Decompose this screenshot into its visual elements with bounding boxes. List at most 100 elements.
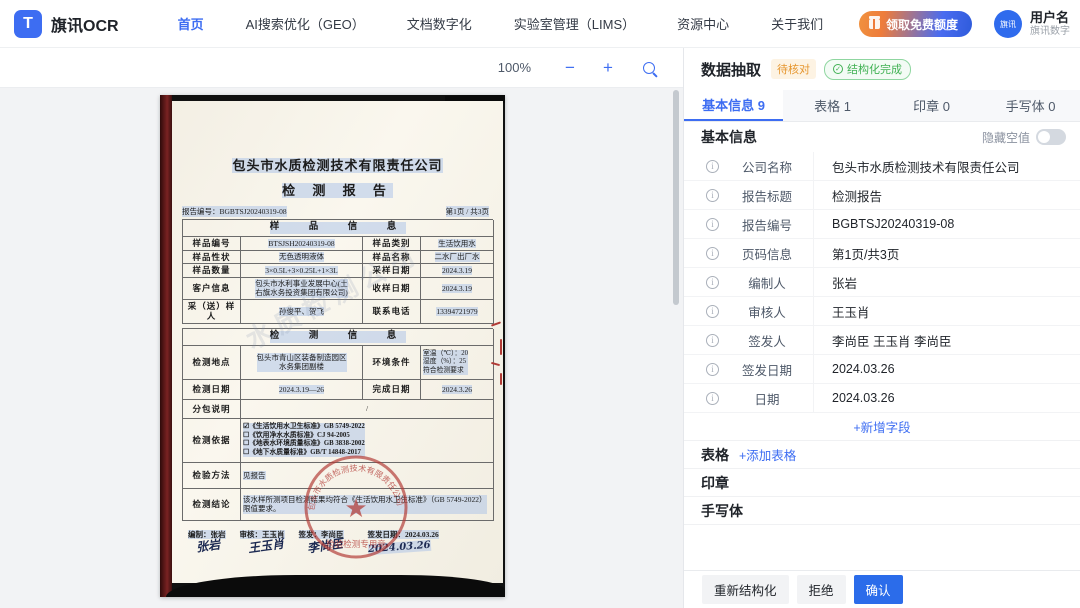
field-value[interactable]: 张岩 [814, 273, 857, 292]
field-row[interactable]: i审核人王玉肖 [684, 297, 1080, 326]
nav-item-geo[interactable]: AI搜索优化（GEO） [246, 14, 365, 33]
field-row[interactable]: i 编制人张岩 [684, 268, 1080, 297]
doc-cell: 联系电话 [363, 300, 421, 324]
doc-cell: 客户信息 [183, 278, 241, 300]
field-label: 公司名称 [731, 157, 803, 176]
free-quota-label: 领取免费额度 [886, 16, 958, 33]
field-label: 编制人 [731, 273, 803, 292]
field-row[interactable]: i 签发人李尚臣 王玉肖 李尚臣 [684, 326, 1080, 355]
doc-cell: 生活饮用水 [421, 237, 494, 251]
free-quota-button[interactable]: 领取免费额度 [859, 11, 972, 37]
doc-cell: 分包说明 [183, 400, 241, 419]
info-icon[interactable]: i [706, 189, 719, 202]
viewer-scrollbar[interactable] [673, 90, 679, 305]
info-icon[interactable]: i [706, 392, 719, 405]
field-value[interactable]: 第1页/共3页 [814, 244, 899, 263]
doc-cell: 2024.3.19 [421, 278, 494, 300]
info-icon[interactable]: i [706, 247, 719, 260]
nav-item-about[interactable]: 关于我们 [771, 14, 823, 33]
tables-section-row: 表格 +添加表格 [684, 441, 1080, 469]
info-icon[interactable]: i [706, 218, 719, 231]
field-value[interactable]: 检测报告 [814, 186, 882, 205]
user-info[interactable]: 用户名 旗讯数字 [1030, 11, 1070, 37]
structured-done-badge: ✓ 结构化完成 [824, 59, 911, 80]
field-list: i公司名称包头市水质检测技术有限责任公司i报告标题检测报告i报告编号BGBTSJ… [684, 152, 1080, 413]
report-number: 报告编号：BGBTSJ20240319-08 [182, 206, 287, 217]
info-icon[interactable]: i [706, 160, 719, 173]
zoom-in-button[interactable]: + [595, 58, 621, 78]
doc-cell: 检验方法 [183, 463, 241, 489]
doc-cell: 环境条件 [363, 346, 421, 380]
info-icon[interactable]: i [706, 276, 719, 289]
viewer-canvas[interactable]: 水质检测公司 包头市水质检测技术有限责任公司 检 测 报 告 报告编号：BGBT… [0, 88, 683, 608]
field-value[interactable]: BGBTSJ20240319-08 [814, 217, 954, 231]
doc-cell: 样品性状 [183, 251, 241, 265]
tab-seals[interactable]: 印章 0 [882, 90, 981, 121]
doc-cell: / [241, 400, 494, 419]
hide-empty-label: 隐藏空值 [982, 129, 1030, 146]
avatar[interactable]: 旗讯 [994, 10, 1022, 38]
field-value[interactable]: 李尚臣 王玉肖 李尚臣 [814, 331, 951, 350]
doc-cell: 无色透明液体 [241, 251, 363, 265]
tab-handwriting[interactable]: 手写体 0 [981, 90, 1080, 121]
field-row[interactable]: i 报告编号 BGBTSJ20240319-08 [684, 210, 1080, 239]
info-icon[interactable]: i [706, 363, 719, 376]
report-paper: 水质检测公司 包头市水质检测技术有限责任公司 检 测 报 告 报告编号：BGBT… [172, 101, 503, 583]
panel-footer: 重新结构化 拒绝 确认 [684, 570, 1080, 608]
viewer-toolbar: 100% − + [0, 48, 683, 88]
field-label: 签发人 [731, 331, 803, 350]
extraction-tabs: 基本信息 9 表格 1 印章 0 手写体 0 [684, 90, 1080, 122]
field-label: 报告编号 [731, 215, 803, 234]
pending-review-badge: 待核对 [771, 59, 816, 79]
doc-cell: 2024.3.19—26 [241, 380, 363, 400]
restructure-button[interactable]: 重新结构化 [702, 575, 789, 604]
sample-info-table: 样 品 信 息 样品编号 BTSJSH20240319-08 样品类别 生活饮用… [182, 219, 493, 324]
test-table-title: 检 测 信 息 [183, 329, 494, 346]
nav-item-doc-digitize[interactable]: 文档数字化 [407, 14, 472, 33]
info-icon[interactable]: i [706, 305, 719, 318]
confirm-button[interactable]: 确认 [854, 575, 903, 604]
hide-empty-toggle[interactable] [1036, 129, 1066, 145]
zoom-out-button[interactable]: − [557, 58, 583, 78]
field-row[interactable]: i报告标题检测报告 [684, 181, 1080, 210]
tab-basic-info[interactable]: 基本信息 9 [684, 90, 783, 121]
doc-cell: 采（送）样人 [183, 300, 241, 324]
brand-name: 旗讯OCR [51, 12, 119, 36]
nav-item-resources[interactable]: 资源中心 [677, 14, 729, 33]
tables-section-title: 表格 [701, 445, 729, 465]
add-field-button[interactable]: +新增字段 [684, 413, 1080, 441]
doc-cell: 样品类别 [363, 237, 421, 251]
tab-tables[interactable]: 表格 1 [783, 90, 882, 121]
reject-button[interactable]: 拒绝 [797, 575, 846, 604]
field-row[interactable]: i 公司名称包头市水质检测技术有限责任公司 [684, 152, 1080, 181]
user-org: 旗讯数字 [1030, 26, 1070, 38]
info-icon[interactable]: i [706, 334, 719, 347]
doc-cell: 检测日期 [183, 380, 241, 400]
nav-item-home[interactable]: 首页 [178, 14, 204, 33]
panel-header: 数据抽取 待核对 ✓ 结构化完成 [684, 48, 1080, 90]
doc-cell: 13394721979 [421, 300, 494, 324]
nav-item-lims[interactable]: 实验室管理（LIMS） [514, 14, 635, 33]
doc-cell: 包头市水利事业发展中心(土 右旗水务投资集团有限公司) [241, 278, 363, 300]
field-value[interactable]: 王玉肖 [814, 302, 870, 321]
document-photo[interactable]: 水质检测公司 包头市水质检测技术有限责任公司 检 测 报 告 报告编号：BGBT… [160, 95, 505, 597]
field-value[interactable]: 包头市水质检测技术有限责任公司 [814, 157, 1020, 176]
stamp-star: ★ [344, 494, 367, 523]
report-page: 第1页 / 共3页 [446, 206, 489, 217]
top-navbar: T 旗讯OCR 首页 AI搜索优化（GEO） 文档数字化 实验室管理（LIMS）… [0, 0, 1080, 48]
username: 用户名 [1030, 11, 1070, 26]
doc-cell: 2024.3.19 [421, 264, 494, 278]
field-row[interactable]: i页码信息第1页/共3页 [684, 239, 1080, 268]
data-extraction-panel: 数据抽取 待核对 ✓ 结构化完成 基本信息 9 表格 1 印章 0 手写体 0 … [683, 48, 1080, 608]
red-pen-mark [500, 339, 502, 355]
zoom-level: 100% [498, 60, 531, 75]
doc-cell: 样品名称 [363, 251, 421, 265]
field-row[interactable]: i签发日期2024.03.26 [684, 355, 1080, 384]
basic-info-title: 基本信息 [701, 127, 757, 147]
field-value[interactable]: 2024.03.26 [814, 362, 895, 376]
search-icon[interactable] [643, 62, 655, 74]
handwriting-section-title: 手写体 [701, 501, 743, 521]
field-row[interactable]: i日期2024.03.26 [684, 384, 1080, 413]
field-value[interactable]: 2024.03.26 [814, 391, 895, 405]
add-table-button[interactable]: +添加表格 [739, 445, 796, 464]
